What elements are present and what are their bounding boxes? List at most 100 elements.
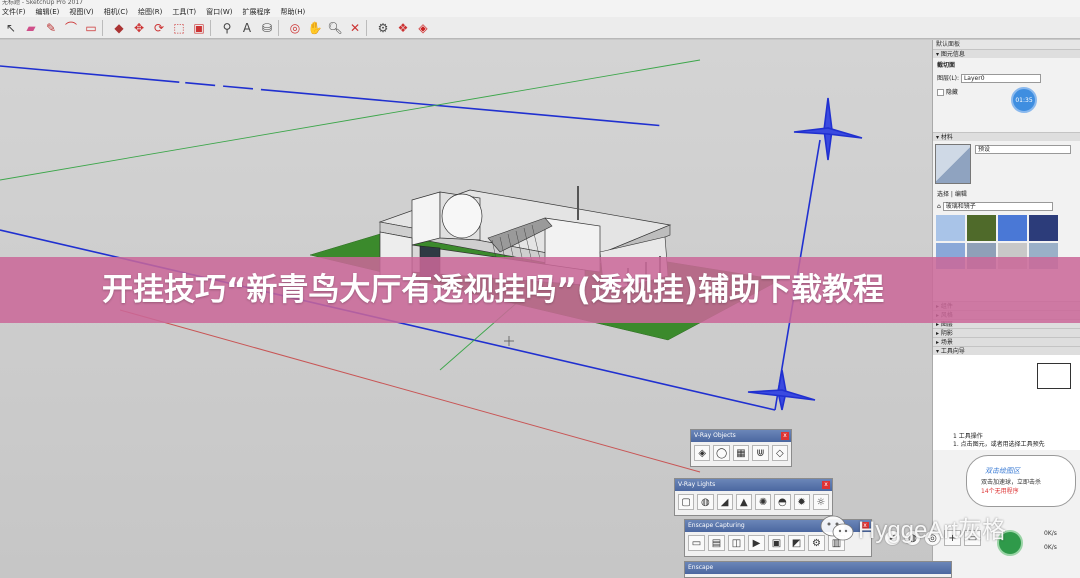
mesh-light-icon[interactable]: ✹ [793, 494, 810, 510]
eraser-icon[interactable]: ▰ [22, 19, 40, 37]
warehouse-icon[interactable]: ⚙ [374, 19, 392, 37]
ruby-icon[interactable]: ◈ [414, 19, 432, 37]
material-preview-row: 预设 [933, 141, 1080, 187]
vray-fur-icon[interactable]: ⋓ [752, 445, 769, 461]
menu-tools[interactable]: 工具(T) [172, 7, 196, 17]
menu-camera[interactable]: 相机(C) [104, 7, 128, 17]
hidden-checkbox[interactable] [937, 89, 944, 96]
tips-title: 双击绘图区 [985, 467, 1020, 475]
close-icon[interactable]: x [781, 432, 789, 440]
instructor-header[interactable]: ▾ 工具向导 [933, 346, 1080, 355]
menu-view[interactable]: 视图(V) [69, 7, 93, 17]
material-swatch[interactable] [1029, 215, 1058, 241]
tab-select[interactable]: 选择 [937, 191, 949, 198]
vray-lights-title[interactable]: V-Ray Lights x [675, 479, 832, 491]
close-icon[interactable]: x [822, 481, 830, 489]
materials-tabs: 选择 | 编辑 [937, 191, 967, 198]
vray-lights-palette: V-Ray Lights x ▢ ◍ ◢ ▲ ✺ ◓ ✹ ☼ [674, 478, 833, 516]
hidden-row: 隐藏 [933, 85, 1080, 98]
tips-bubble[interactable]: 双击绘图区 双击加速球，立即击杀 14个无用程序 [966, 455, 1076, 507]
speed-readout-top: 0K/s [1044, 530, 1057, 537]
toolbar-separator [278, 19, 284, 36]
sphere-light-icon[interactable]: ◍ [697, 494, 714, 510]
menu-window[interactable]: 窗口(W) [206, 7, 232, 17]
omni-light-icon[interactable]: ✺ [755, 494, 772, 510]
entity-info-header[interactable]: ▾ 图元信息 [933, 49, 1080, 58]
pencil-icon[interactable]: ✎ [42, 19, 60, 37]
extension-icon[interactable]: ❖ [394, 19, 412, 37]
text-icon[interactable]: A [238, 19, 256, 37]
exe-export-icon[interactable]: ▣ [768, 535, 785, 551]
sun-light-icon[interactable]: ☼ [812, 494, 829, 510]
enscape-title[interactable]: Enscape [685, 562, 951, 574]
tray-title: 默认面板 [933, 40, 1080, 49]
vray-objects-title[interactable]: V-Ray Objects x [691, 430, 791, 442]
watermark: HyggeArt灰格 [820, 510, 1006, 545]
hidden-label: 隐藏 [945, 89, 958, 96]
pan-icon[interactable]: ✋ [306, 19, 324, 37]
paint-icon[interactable]: ⛁ [258, 19, 276, 37]
arc-icon[interactable]: ⌒ [62, 19, 80, 37]
menu-draw[interactable]: 绘图(R) [138, 7, 162, 17]
rotate-icon[interactable]: ⟳ [150, 19, 168, 37]
house-wall [411, 191, 441, 246]
layer-select[interactable]: Layer0 [960, 74, 1041, 83]
section-plane-label: 截切面 [937, 62, 956, 69]
batch-render-icon[interactable]: ▤ [708, 535, 725, 551]
material-swatch[interactable] [998, 215, 1027, 241]
house-curved-wall [441, 193, 483, 239]
offset-icon[interactable]: ▣ [190, 19, 208, 37]
vray-proxy-icon[interactable]: ◈ [694, 445, 711, 461]
vray-plane-icon[interactable]: ▦ [732, 445, 750, 461]
menu-extensions[interactable]: 扩展程序 [242, 7, 270, 17]
main-toolbar: ↖ ▰ ✎ ⌒ ▭ ◆ ✥ ⟳ ⬚ ▣ ⚲ A ⛁ ◎ ✋ 🔍︎ ✕ ⚙ ❖ ◈ [0, 17, 1080, 39]
panorama-icon[interactable]: ◫ [728, 535, 745, 551]
scale-icon[interactable]: ⬚ [170, 19, 188, 37]
pushpull-icon[interactable]: ◆ [110, 19, 128, 37]
axis-gizmo-bottom [747, 369, 816, 411]
material-swatch[interactable] [936, 215, 965, 241]
dome-light-icon[interactable]: ◓ [774, 494, 791, 510]
tape-icon[interactable]: ⚲ [218, 19, 236, 37]
enscape-palette: Enscape [684, 561, 952, 578]
spot-light-icon[interactable]: ◢ [716, 494, 733, 510]
web-export-icon[interactable]: ◩ [788, 535, 805, 551]
vray-sphere-icon[interactable]: ◯ [713, 445, 730, 461]
menu-file[interactable]: 文件(F) [2, 7, 26, 17]
instructor-preview [1037, 363, 1071, 389]
wechat-icon [820, 515, 854, 540]
zoom-icon[interactable]: 🔍︎ [326, 19, 344, 37]
ies-light-icon[interactable]: ▲ [735, 494, 752, 510]
entity-info-spacer [933, 98, 1080, 132]
menu-bar: 文件(F) 编辑(E) 视图(V) 相机(C) 绘图(R) 工具(T) 窗口(W… [0, 6, 1080, 17]
menu-edit[interactable]: 编辑(E) [36, 7, 60, 17]
menu-help[interactable]: 帮助(H) [280, 7, 305, 17]
zoom-extents-icon[interactable]: ✕ [346, 19, 364, 37]
vray-objects-palette: V-Ray Objects x ◈ ◯ ▦ ⋓ ◇ [690, 429, 792, 467]
shadows-header[interactable]: ▸ 阴影 [933, 328, 1080, 337]
instructor-panel: 1 工具操作 1. 点击图元，或者用选择工具预先 [933, 355, 1080, 450]
tips-text: 双击加速球，立即击杀 14个无用程序 [981, 479, 1042, 495]
material-preview [935, 144, 971, 184]
layer-label: 图层(L): [937, 75, 960, 82]
material-name-input[interactable]: 预设 [975, 145, 1071, 154]
material-category-select[interactable]: 玻璃和镜子 [942, 202, 1053, 211]
shape-icon[interactable]: ▭ [82, 19, 100, 37]
video-icon[interactable]: ▶ [748, 535, 765, 551]
rect-light-icon[interactable]: ▢ [678, 494, 695, 510]
scenes-header[interactable]: ▸ 场景 [933, 337, 1080, 346]
toolbar-separator [102, 19, 108, 36]
toolbar-separator [210, 19, 216, 36]
move-icon[interactable]: ✥ [130, 19, 148, 37]
orbit-icon[interactable]: ◎ [286, 19, 304, 37]
select-icon[interactable]: ↖ [2, 19, 20, 37]
tab-edit[interactable]: 编辑 [955, 191, 967, 198]
home-icon[interactable]: ⌂ [937, 203, 941, 210]
timer-badge[interactable]: 01:35 [1011, 87, 1037, 113]
material-swatch[interactable] [967, 215, 996, 241]
layer-row: 图层(L): Layer0 [933, 71, 1080, 85]
vray-mesh-icon[interactable]: ◇ [771, 445, 789, 461]
screenshot-icon[interactable]: ▭ [688, 535, 705, 551]
headline-text: 开挂技巧“新青鸟大厅有透视挂吗”(透视挂)辅助下载教程 [102, 272, 885, 308]
materials-header[interactable]: ▾ 材料 [933, 132, 1080, 141]
